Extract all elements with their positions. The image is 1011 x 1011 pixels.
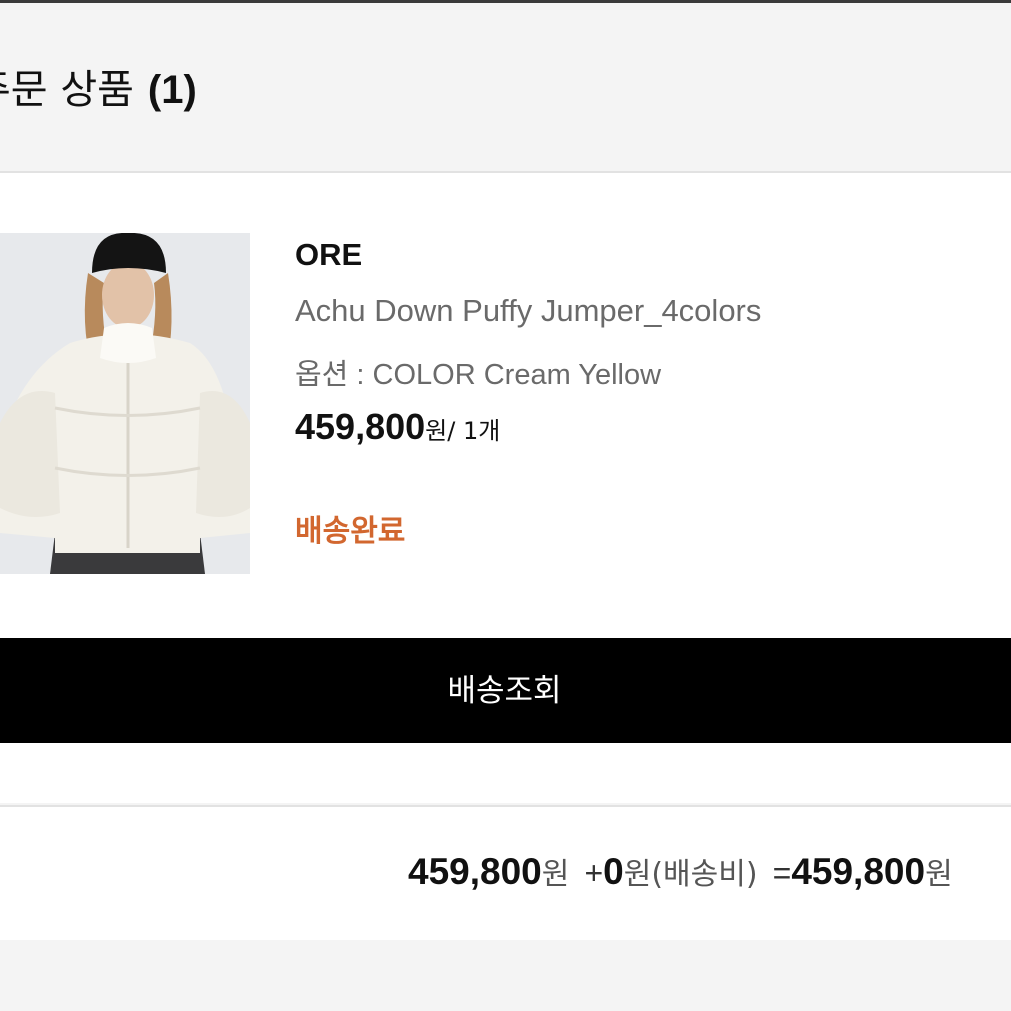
equals-sign: = xyxy=(772,855,792,891)
grand-total-amount: 459,800 xyxy=(791,851,926,892)
product-name[interactable]: Achu Down Puffy Jumper_4colors xyxy=(295,293,761,329)
product-total-amount: 459,800 xyxy=(408,851,542,892)
order-item-card: ORE Achu Down Puffy Jumper_4colors 옵션 : … xyxy=(0,173,1011,803)
item-count: (1) xyxy=(147,68,197,112)
product-price: 459,800 xyxy=(295,406,426,447)
product-total-unit: 원 xyxy=(541,857,570,892)
section-title-label: 주문 상품 xyxy=(0,67,134,113)
delivery-status-badge: 배송완료 xyxy=(295,514,406,549)
product-photo xyxy=(0,233,250,574)
product-price-line: 459,800원/ 1개 xyxy=(295,406,500,448)
plus-sign: + xyxy=(584,855,604,891)
order-total-summary: 459,800원 +0원(배송비) =459,800원 xyxy=(0,805,1011,942)
grand-total-unit: 원 xyxy=(925,857,953,892)
track-delivery-button[interactable]: 배송조회 xyxy=(0,638,1011,743)
price-currency: 원 xyxy=(425,417,448,445)
order-detail-page: 주문 상품 (1) xyxy=(0,0,1011,1011)
product-image[interactable] xyxy=(0,233,250,574)
order-items-header: 주문 상품 (1) xyxy=(0,3,1011,173)
shipping-fee-label: 원(배송비) xyxy=(623,857,758,892)
section-title: 주문 상품 (1) xyxy=(0,65,197,115)
footer-area xyxy=(0,940,1011,1011)
shipping-fee-amount: 0 xyxy=(603,851,624,892)
total-calculation: 459,800원 +0원(배송비) =459,800원 xyxy=(408,849,953,893)
track-delivery-label: 배송조회 xyxy=(447,673,562,708)
product-brand[interactable]: ORE xyxy=(295,237,362,273)
product-quantity: / 1개 xyxy=(447,417,501,445)
product-option: 옵션 : COLOR Cream Yellow xyxy=(295,359,662,391)
